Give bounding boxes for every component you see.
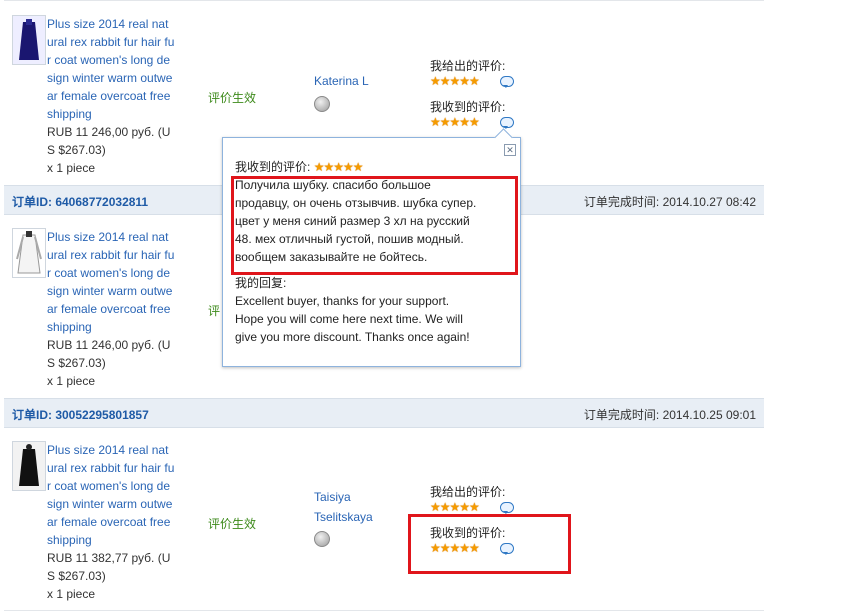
close-icon[interactable]: ✕ xyxy=(504,144,516,156)
product-quantity: x 1 piece xyxy=(47,161,96,175)
buyer-avatar-icon[interactable] xyxy=(314,96,330,112)
product-quantity: x 1 piece xyxy=(47,587,96,601)
seller-reply-text: Excellent buyer, thanks for your support… xyxy=(235,294,470,344)
popup-rating-stars: ★★★★★ xyxy=(313,160,364,174)
buyer-name-link[interactable]: Katerina L xyxy=(314,71,369,91)
highlight-box xyxy=(231,176,518,275)
given-rating-stars: ★★★★★ xyxy=(430,74,480,88)
order-header: 订单ID: 30052295801857 订单完成时间: 2014.10.25 … xyxy=(4,398,764,428)
comment-bubble-icon[interactable] xyxy=(500,76,514,88)
reply-label: 我的回复: xyxy=(235,276,287,290)
highlight-box xyxy=(408,514,571,574)
received-feedback-label: 我收到的评价: xyxy=(430,100,506,114)
buyer-avatar-icon[interactable] xyxy=(314,531,330,547)
order-id[interactable]: 订单ID: 30052295801857 xyxy=(12,406,149,423)
popup-title-row: 我收到的评价: ★★★★★ xyxy=(235,158,510,176)
product-quantity: x 1 piece xyxy=(47,374,96,388)
given-feedback-label: 我给出的评价: xyxy=(430,59,506,73)
order-complete-time: 订单完成时间: 2014.10.25 09:01 xyxy=(583,408,756,422)
product-price: RUB 11 246,00 руб. (U S $267.03) xyxy=(47,338,171,370)
order-complete-time: 订单完成时间: 2014.10.27 08:42 xyxy=(583,195,756,209)
product-title-link[interactable]: Plus size 2014 real nat ural rex rabbit f… xyxy=(47,441,177,549)
received-rating-stars: ★★★★★ xyxy=(430,115,480,129)
product-title-link[interactable]: Plus size 2014 real nat ural rex rabbit f… xyxy=(47,228,177,336)
product-price: RUB 11 382,77 руб. (U S $267.03) xyxy=(47,551,171,583)
product-price: RUB 11 246,00 руб. (U S $267.03) xyxy=(47,125,171,157)
product-title-link[interactable]: Plus size 2014 real nat ural rex rabbit f… xyxy=(47,15,177,123)
buyer-name-link[interactable]: Taisiya Tselitskaya xyxy=(314,487,373,527)
given-feedback-label: 我给出的评价: xyxy=(430,485,506,499)
product-thumbnail[interactable] xyxy=(12,15,46,65)
product-thumbnail[interactable] xyxy=(12,441,46,491)
comment-bubble-icon[interactable] xyxy=(500,502,514,514)
given-rating-stars: ★★★★★ xyxy=(430,500,480,514)
feedback-status: 评价生效 xyxy=(208,517,257,531)
comment-bubble-icon[interactable] xyxy=(500,117,514,129)
row-bottom-border xyxy=(4,610,764,611)
popup-title: 我收到的评价: xyxy=(235,160,311,174)
feedback-status: 评 xyxy=(208,304,221,318)
product-thumbnail[interactable] xyxy=(12,228,46,278)
row-top-border xyxy=(4,0,764,1)
order-id[interactable]: 订单ID: 64068772032811 xyxy=(12,193,148,210)
feedback-status: 评价生效 xyxy=(208,91,257,105)
